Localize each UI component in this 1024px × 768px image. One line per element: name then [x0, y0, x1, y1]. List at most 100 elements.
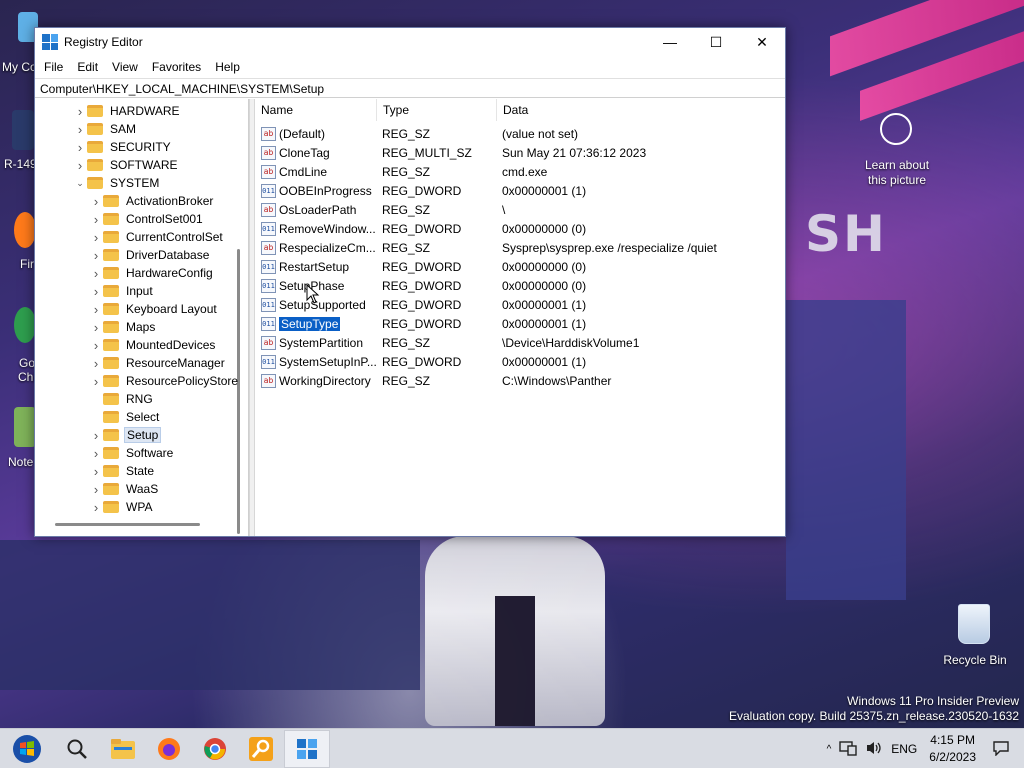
table-row[interactable]: ab (Default) REG_SZ (value not set)	[255, 124, 785, 143]
chevron-right-icon[interactable]: ›	[89, 248, 103, 263]
language-indicator[interactable]: ENG	[887, 742, 921, 756]
clock[interactable]: 4:15 PM 6/2/2023	[921, 732, 984, 766]
shortcut-icon[interactable]	[12, 110, 34, 150]
address-bar[interactable]: Computer\HKEY_LOCAL_MACHINE\SYSTEM\Setup	[35, 78, 785, 98]
menu-favorites[interactable]: Favorites	[145, 60, 208, 74]
tree-item[interactable]: RNG	[89, 390, 155, 408]
table-row[interactable]: 011 RestartSetup REG_DWORD 0x00000000 (0)	[255, 257, 785, 276]
chevron-right-icon[interactable]: ›	[89, 374, 103, 389]
chevron-right-icon[interactable]: ›	[89, 356, 103, 371]
table-row[interactable]: ab CloneTag REG_MULTI_SZ Sun May 21 07:36:1…	[255, 143, 785, 162]
chevron-right-icon[interactable]: ›	[73, 158, 87, 173]
tree-item[interactable]: › Keyboard Layout	[89, 300, 219, 318]
taskbar-file-explorer[interactable]	[100, 730, 146, 768]
table-row[interactable]: ab WorkingDirectory REG_SZ C:\Windows\Panth…	[255, 371, 785, 390]
chevron-right-icon[interactable]: ›	[89, 428, 103, 443]
network-icon[interactable]	[835, 740, 861, 759]
learn-about-picture-label[interactable]: Learn about this picture	[858, 158, 936, 188]
tree-item[interactable]: › CurrentControlSet	[89, 228, 225, 246]
chrome-desktop-icon[interactable]	[14, 307, 36, 343]
tree-item[interactable]: › HARDWARE	[73, 102, 182, 120]
chevron-right-icon[interactable]: ›	[89, 482, 103, 497]
title-bar[interactable]: Registry Editor — ☐ ✕	[35, 28, 785, 56]
chevron-right-icon[interactable]: ›	[89, 212, 103, 227]
tree-vertical-scrollbar[interactable]	[237, 249, 240, 534]
start-button[interactable]	[0, 730, 54, 768]
close-button[interactable]: ✕	[739, 28, 785, 56]
tree-item[interactable]: › SAM	[73, 120, 138, 138]
learn-about-picture-icon[interactable]	[880, 113, 912, 145]
tree-horizontal-scrollbar[interactable]	[55, 523, 200, 526]
chevron-right-icon[interactable]: ›	[73, 140, 87, 155]
table-row[interactable]: 011 RemoveWindow... REG_DWORD 0x00000000 (0…	[255, 219, 785, 238]
menu-view[interactable]: View	[105, 60, 145, 74]
maximize-button[interactable]: ☐	[693, 28, 739, 56]
taskbar-registry-editor[interactable]	[284, 729, 330, 768]
table-row[interactable]: ab RespecializeCm... REG_SZ Sysprep\sysprep…	[255, 238, 785, 257]
tree-item[interactable]: › ResourceManager	[89, 354, 227, 372]
table-row[interactable]: 011 SetupSupported REG_DWORD 0x00000001 (1)	[255, 295, 785, 314]
table-row[interactable]: ab OsLoaderPath REG_SZ \	[255, 200, 785, 219]
chevron-right-icon[interactable]: ›	[89, 230, 103, 245]
key-tree[interactable]: › HARDWARE › SAM › SECURITY › SOFTWARE ⌄ SYSTEM › A…	[35, 99, 249, 536]
chevron-right-icon[interactable]: ›	[89, 500, 103, 515]
tree-item[interactable]: Select	[89, 408, 161, 426]
column-header-type[interactable]: Type	[377, 99, 497, 121]
desktop-label-r149[interactable]: R-149	[4, 157, 37, 171]
tree-item[interactable]: ⌄ SYSTEM	[73, 174, 161, 192]
volume-icon[interactable]	[861, 740, 887, 759]
tree-item[interactable]: › ResourcePolicyStore	[89, 372, 240, 390]
table-row[interactable]: ab CmdLine REG_SZ cmd.exe	[255, 162, 785, 181]
folder-icon	[103, 267, 119, 279]
taskbar-search-button[interactable]	[54, 730, 100, 768]
desktop-label-firefox[interactable]: Fir	[20, 257, 34, 271]
tree-item[interactable]: › SECURITY	[73, 138, 173, 156]
chevron-right-icon[interactable]: ›	[89, 338, 103, 353]
tree-item[interactable]: › ActivationBroker	[89, 192, 215, 210]
tree-item[interactable]: › HardwareConfig	[89, 264, 215, 282]
chevron-right-icon[interactable]: ›	[89, 302, 103, 317]
notepad-desktop-icon[interactable]	[14, 407, 36, 447]
tray-chevron-up-icon[interactable]: ^	[823, 744, 836, 755]
menu-help[interactable]: Help	[208, 60, 247, 74]
minimize-button[interactable]: —	[647, 28, 693, 56]
menu-edit[interactable]: Edit	[70, 60, 105, 74]
recycle-bin-label[interactable]: Recycle Bin	[940, 653, 1010, 667]
column-header-data[interactable]: Data	[497, 99, 785, 121]
chevron-right-icon[interactable]: ›	[89, 464, 103, 479]
table-row[interactable]: ab SystemPartition REG_SZ \Device\HarddiskV…	[255, 333, 785, 352]
tree-item[interactable]: › MountedDevices	[89, 336, 217, 354]
taskbar-search-app[interactable]	[238, 730, 284, 768]
desktop-label-my-computer[interactable]: My Co	[2, 60, 37, 74]
menu-file[interactable]: File	[37, 60, 70, 74]
table-row[interactable]: 011 SetupType REG_DWORD 0x00000001 (1)	[255, 314, 785, 333]
tree-item[interactable]: › Setup	[89, 426, 162, 444]
tree-item[interactable]: › Maps	[89, 318, 157, 336]
tree-item[interactable]: › WaaS	[89, 480, 160, 498]
chevron-right-icon[interactable]: ›	[89, 446, 103, 461]
firefox-desktop-icon[interactable]	[14, 212, 36, 248]
tree-item[interactable]: › Input	[89, 282, 155, 300]
taskbar-firefox[interactable]	[146, 730, 192, 768]
recycle-bin-icon[interactable]	[958, 604, 990, 644]
tree-item[interactable]: › ControlSet001	[89, 210, 205, 228]
chevron-right-icon[interactable]: ›	[73, 122, 87, 137]
chevron-down-icon[interactable]: ⌄	[73, 178, 87, 189]
tree-item[interactable]: › SOFTWARE	[73, 156, 180, 174]
tree-item[interactable]: › Software	[89, 444, 175, 462]
taskbar-chrome[interactable]	[192, 730, 238, 768]
chevron-right-icon[interactable]: ›	[73, 104, 87, 119]
table-row[interactable]: 011 SystemSetupInP... REG_DWORD 0x00000001 …	[255, 352, 785, 371]
chevron-right-icon[interactable]: ›	[89, 284, 103, 299]
chevron-right-icon[interactable]: ›	[89, 194, 103, 209]
desktop-label-notepad[interactable]: Note	[8, 455, 33, 469]
chevron-right-icon[interactable]: ›	[89, 266, 103, 281]
table-row[interactable]: 011 OOBEInProgress REG_DWORD 0x00000001 (1)	[255, 181, 785, 200]
chevron-right-icon[interactable]: ›	[89, 320, 103, 335]
tree-item[interactable]: › DriverDatabase	[89, 246, 211, 264]
notification-icon[interactable]	[984, 740, 1024, 759]
tree-item[interactable]: › State	[89, 462, 156, 480]
column-header-name[interactable]: Name	[255, 99, 377, 121]
table-row[interactable]: 011 SetupPhase REG_DWORD 0x00000000 (0)	[255, 276, 785, 295]
tree-item[interactable]: › WPA	[89, 498, 154, 516]
